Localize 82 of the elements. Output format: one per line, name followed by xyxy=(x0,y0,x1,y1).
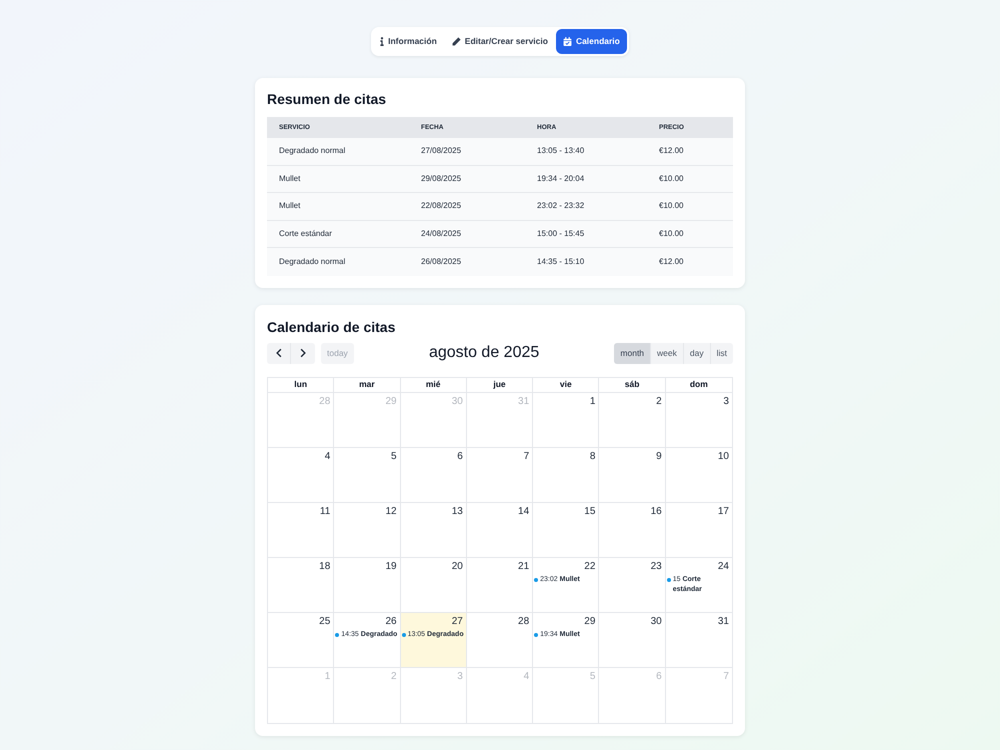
card-title: Calendario de citas xyxy=(267,318,396,336)
view-button[interactable]: week xyxy=(651,342,684,364)
day-number: 27 xyxy=(452,614,463,628)
day-number: 31 xyxy=(718,614,729,628)
table-cell-text: 29/08/2025 xyxy=(420,172,462,185)
table-cell-text: €10.00 xyxy=(658,200,684,212)
day-number: 26 xyxy=(385,614,397,628)
day-number: 6 xyxy=(656,670,662,682)
day-number: 10 xyxy=(718,450,729,462)
table-cell-text: 15:00 - 15:45 xyxy=(536,228,586,240)
table-cell-text: 24/08/2025 xyxy=(420,228,462,240)
day-number: 11 xyxy=(320,504,330,518)
day-number: 3 xyxy=(723,394,729,408)
next-month-button[interactable] xyxy=(291,342,315,364)
day-number: 7 xyxy=(524,450,530,462)
day-number: 21 xyxy=(518,560,530,572)
calendar-check-icon xyxy=(562,37,572,46)
view-button[interactable]: list xyxy=(710,342,733,364)
day-number: 24 xyxy=(718,560,729,572)
day-number: 12 xyxy=(385,504,397,518)
table-cell-text: 23:02 - 23:32 xyxy=(536,200,586,212)
day-number: 4 xyxy=(324,450,330,462)
table-cell-text: Degradado normal xyxy=(278,145,346,158)
tab[interactable]: Calendario xyxy=(556,29,627,54)
info-icon xyxy=(380,37,384,46)
day-number: 20 xyxy=(452,560,463,572)
day-number: 29 xyxy=(584,614,596,628)
day-number: 1 xyxy=(324,670,330,682)
event-dot-icon xyxy=(402,632,406,636)
table-cell-text: Degradado normal xyxy=(278,256,346,268)
event-dot-icon xyxy=(666,578,671,582)
month-title: agosto de 2025 xyxy=(428,343,540,363)
view-button[interactable]: month xyxy=(614,342,652,364)
day-number: 18 xyxy=(319,560,330,572)
day-number: 23 xyxy=(650,560,662,572)
day-number: 13 xyxy=(452,504,463,518)
table-cell-text: €10.00 xyxy=(658,228,684,240)
table-cell-text: 19:34 - 20:04 xyxy=(536,172,586,185)
previous-month-button[interactable] xyxy=(267,342,291,364)
event-dot-icon xyxy=(534,632,538,636)
table-cell-text: Corte estándar xyxy=(278,228,333,240)
day-number: 1 xyxy=(590,394,596,408)
table-cell-text: €12.00 xyxy=(658,145,684,158)
day-number: 30 xyxy=(650,614,662,628)
day-number: 6 xyxy=(457,450,463,462)
event-dot-icon xyxy=(335,632,340,636)
day-number: 19 xyxy=(385,560,397,572)
table-cell-text: 27/08/2025 xyxy=(420,145,462,158)
table-cell-text: Mullet xyxy=(278,200,302,212)
table-cell-text: 26/08/2025 xyxy=(420,256,462,268)
day-number: 29 xyxy=(385,394,397,408)
table-cell-text: 22/08/2025 xyxy=(420,200,462,212)
table-cell-text: €12.00 xyxy=(658,256,684,268)
table-cell-text: €10.00 xyxy=(658,172,684,185)
day-number: 25 xyxy=(319,614,330,628)
day-number: 2 xyxy=(391,670,397,682)
day-number: 30 xyxy=(452,394,463,408)
day-number: 14 xyxy=(518,504,530,518)
day-number: 3 xyxy=(457,670,463,682)
day-number: 22 xyxy=(584,560,596,572)
chevron-left-icon xyxy=(276,348,282,358)
day-number: 5 xyxy=(590,670,596,682)
day-number: 31 xyxy=(518,394,530,408)
day-number: 15 xyxy=(584,504,596,518)
day-number: 28 xyxy=(518,614,530,628)
day-number: 2 xyxy=(656,394,662,408)
table-cell-text: 14:35 - 15:10 xyxy=(536,256,586,268)
day-number: 7 xyxy=(723,670,729,682)
day-number: 17 xyxy=(718,504,729,518)
card-title: Resumen de citas xyxy=(267,90,388,108)
event-dot-icon xyxy=(534,578,538,582)
day-number: 28 xyxy=(319,394,330,408)
day-number: 9 xyxy=(656,450,662,462)
day-number: 16 xyxy=(650,504,662,518)
pencil-icon xyxy=(452,37,461,46)
view-button[interactable]: day xyxy=(684,342,711,364)
chevron-right-icon xyxy=(300,348,306,358)
table-cell-text: Mullet xyxy=(278,172,302,185)
table-cell-text: 13:05 - 13:40 xyxy=(536,145,586,158)
day-number: 8 xyxy=(590,450,596,462)
day-number: 5 xyxy=(391,450,397,462)
day-number: 4 xyxy=(524,670,530,682)
